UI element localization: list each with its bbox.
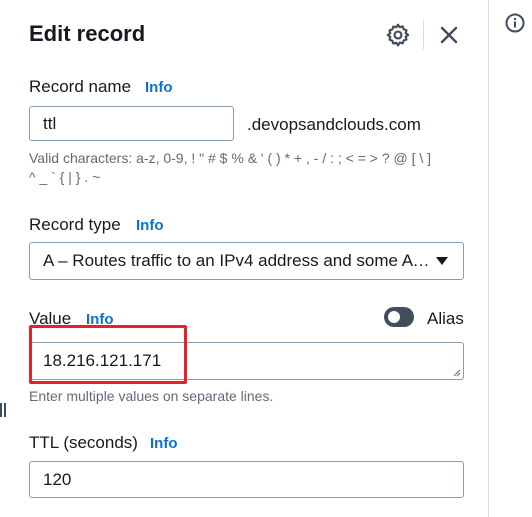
- header-divider: [423, 21, 424, 49]
- record-type-label: Record type: [29, 215, 121, 234]
- record-name-hint-line2: ^ _ ` { | } . ~: [29, 169, 101, 185]
- alias-toggle-knob: [388, 311, 400, 323]
- value-textarea[interactable]: 18.216.121.171: [29, 342, 464, 380]
- alias-toggle[interactable]: [384, 307, 414, 327]
- record-name-label: Record name: [29, 77, 132, 96]
- record-type-select[interactable]: A – Routes traffic to an IPv4 address an…: [29, 242, 464, 280]
- record-type-selected: A – Routes traffic to an IPv4 address an…: [43, 251, 433, 270]
- record-name-info-link[interactable]: Info: [145, 79, 173, 96]
- help-panel-strip: [489, 0, 532, 517]
- ttl-input[interactable]: 120: [29, 461, 464, 498]
- resize-handle-icon[interactable]: [453, 369, 461, 377]
- caret-down-icon: [436, 257, 448, 265]
- alias-label: Alias: [427, 309, 464, 328]
- value-hint: Enter multiple values on separate lines.: [29, 388, 274, 404]
- edit-record-panel: Edit record Record name Info ttl .devops…: [0, 0, 488, 517]
- info-circle-icon[interactable]: [504, 12, 526, 34]
- ttl-label: TTL (seconds): [29, 433, 138, 452]
- close-icon[interactable]: [437, 23, 461, 47]
- record-name-hint-line1: Valid characters: a-z, 0-9, ! " # $ % & …: [29, 150, 432, 166]
- domain-suffix: .devopsandclouds.com: [247, 115, 421, 134]
- panel-title: Edit record: [29, 21, 146, 46]
- ttl-value: 120: [43, 469, 72, 489]
- value-info-link[interactable]: Info: [86, 311, 114, 328]
- record-type-info-link[interactable]: Info: [136, 217, 164, 234]
- drag-handle-icon[interactable]: [0, 402, 8, 418]
- value-label: Value: [29, 309, 72, 328]
- value-text: 18.216.121.171: [43, 351, 162, 370]
- record-name-value: ttl: [43, 113, 57, 133]
- record-name-input[interactable]: ttl: [29, 106, 234, 141]
- gear-icon[interactable]: [385, 22, 411, 48]
- ttl-info-link[interactable]: Info: [150, 435, 178, 452]
